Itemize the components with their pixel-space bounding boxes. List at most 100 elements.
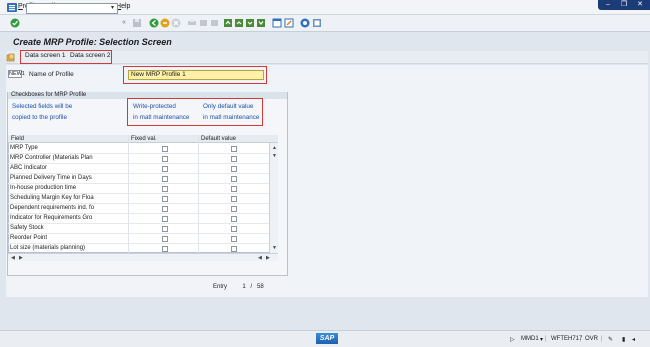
first-page-icon[interactable] bbox=[223, 18, 233, 28]
more-icon[interactable]: ▮ bbox=[622, 336, 625, 343]
field-name-cell: Safety Stock bbox=[10, 225, 44, 231]
table-row: Scheduling Margin Key for Floa bbox=[8, 194, 270, 204]
fixed-value-checkbox[interactable] bbox=[162, 216, 168, 222]
fixed-value-checkbox[interactable] bbox=[162, 166, 168, 172]
exit-icon[interactable] bbox=[160, 18, 170, 28]
field-name-cell: Planned Delivery Time in Days bbox=[10, 175, 92, 181]
fixed-value-checkbox[interactable] bbox=[162, 226, 168, 232]
default-value-checkbox[interactable] bbox=[231, 226, 237, 232]
table-row: MRP Type bbox=[8, 144, 270, 154]
layout-icon[interactable] bbox=[312, 18, 322, 28]
field-name-cell: Dependent requirements ind. fo bbox=[10, 205, 95, 211]
save-icon[interactable] bbox=[132, 18, 142, 28]
vertical-scrollbar[interactable]: ▲ ▼ ▼ bbox=[269, 143, 278, 253]
default-value-checkbox[interactable] bbox=[231, 186, 237, 192]
default-value-checkbox[interactable] bbox=[231, 176, 237, 182]
menu-help[interactable]: Help bbox=[116, 3, 130, 10]
print-icon[interactable] bbox=[187, 18, 197, 28]
column-header-default-value[interactable]: Default value bbox=[201, 136, 236, 142]
default-value-checkbox[interactable] bbox=[231, 216, 237, 222]
fixed-value-checkbox[interactable] bbox=[162, 196, 168, 202]
default-value-checkbox[interactable] bbox=[231, 236, 237, 242]
default-value-checkbox[interactable] bbox=[231, 156, 237, 162]
play-icon[interactable]: ▷ bbox=[510, 336, 515, 343]
window-controls: – ❐ ✕ bbox=[598, 0, 650, 10]
column-header-field[interactable]: Field bbox=[11, 136, 24, 142]
data-screen-1-button[interactable]: Data screen 1 bbox=[25, 52, 65, 59]
default-value-checkbox[interactable] bbox=[231, 196, 237, 202]
field-name-cell: Lot size (materials planning) bbox=[10, 245, 86, 251]
restore-icon[interactable]: ❐ bbox=[617, 0, 631, 10]
field-name-cell: Indicator for Requirements Gro bbox=[10, 215, 93, 221]
scroll-right-end-icon[interactable]: ▶ bbox=[266, 255, 270, 261]
status-divider: | bbox=[601, 336, 603, 342]
default-value-checkbox[interactable] bbox=[231, 146, 237, 152]
entry-indicator: Entry 1 / 58 bbox=[213, 284, 264, 290]
user-indicator: WFTEH717 bbox=[551, 336, 583, 342]
cancel-icon[interactable] bbox=[171, 18, 181, 28]
fixed-value-checkbox[interactable] bbox=[162, 186, 168, 192]
find-icon[interactable] bbox=[199, 18, 209, 28]
fixed-value-checkbox[interactable] bbox=[162, 236, 168, 242]
expand-icon[interactable]: ◂ bbox=[632, 336, 635, 343]
back-icon[interactable] bbox=[149, 18, 159, 28]
standard-toolbar bbox=[0, 15, 650, 32]
default-value-note: Only default value bbox=[203, 103, 254, 110]
fixed-value-checkbox[interactable] bbox=[162, 146, 168, 152]
other-profile-icon[interactable] bbox=[6, 53, 15, 62]
find-next-icon[interactable] bbox=[210, 18, 220, 28]
field-name-cell: MRP Controller (Materials Plan bbox=[10, 155, 93, 161]
selected-fields-note: Selected fields will be bbox=[12, 103, 73, 110]
data-screen-2-button[interactable]: Data screen 2 bbox=[70, 52, 110, 59]
sap-menu-icon[interactable] bbox=[6, 2, 18, 13]
last-page-icon[interactable] bbox=[256, 18, 266, 28]
scroll-up-icon[interactable]: ▲ bbox=[272, 145, 277, 151]
scroll-down-icon[interactable]: ▼ bbox=[272, 153, 277, 159]
mode-icon[interactable]: ✎ bbox=[608, 336, 613, 343]
write-protected-note-2: in matl maintenance bbox=[133, 114, 190, 121]
default-value-checkbox[interactable] bbox=[231, 206, 237, 212]
shortcut-icon[interactable] bbox=[284, 18, 294, 28]
default-value-checkbox[interactable] bbox=[231, 246, 237, 252]
command-field[interactable]: ▾ bbox=[26, 3, 118, 14]
default-value-note-2: in matl maintenance bbox=[203, 114, 260, 121]
field-name-cell: Reorder Point bbox=[10, 235, 48, 241]
table-row: Indicator for Requirements Gro bbox=[8, 214, 270, 224]
close-icon[interactable]: ✕ bbox=[633, 0, 647, 10]
next-page-icon[interactable] bbox=[245, 18, 255, 28]
entry-label: Entry bbox=[213, 284, 228, 290]
table-row: Safety Stock bbox=[8, 224, 270, 234]
table-row: Reorder Point bbox=[8, 234, 270, 244]
horizontal-scrollbar[interactable]: ◀ ▶ ◀ ▶ bbox=[8, 253, 278, 261]
fixed-value-checkbox[interactable] bbox=[162, 206, 168, 212]
table-row: Dependent requirements ind. fo bbox=[8, 204, 270, 214]
scroll-left-end-icon[interactable]: ◀ bbox=[258, 255, 262, 261]
field-name-cell: MRP Type bbox=[10, 145, 38, 151]
chevron-down-icon[interactable]: ▾ bbox=[540, 336, 543, 343]
scroll-bottom-icon[interactable]: ▼ bbox=[272, 245, 277, 251]
profile-name-input[interactable]: New MRP Profile 1 bbox=[128, 70, 264, 80]
chevron-down-icon[interactable]: ▾ bbox=[109, 5, 116, 12]
prev-page-icon[interactable] bbox=[234, 18, 244, 28]
page-title: Create MRP Profile: Selection Screen bbox=[13, 37, 172, 47]
status-divider: | bbox=[580, 336, 582, 342]
fixed-value-checkbox[interactable] bbox=[162, 156, 168, 162]
entry-separator: / bbox=[250, 284, 253, 290]
table-row: In-house production time bbox=[8, 184, 270, 194]
table-row: MRP Controller (Materials Plan bbox=[8, 154, 270, 164]
scroll-right-icon[interactable]: ▶ bbox=[19, 255, 23, 261]
selected-fields-note-2: copied to the profile bbox=[12, 114, 67, 121]
profile-name-label: Name of Profile bbox=[29, 71, 74, 78]
column-header-fixed-value[interactable]: Fixed val. bbox=[131, 136, 157, 142]
scroll-left-icon[interactable]: ◀ bbox=[11, 255, 15, 261]
entry-current[interactable]: 1 bbox=[229, 284, 245, 290]
double-chevron-left-icon[interactable]: « bbox=[122, 19, 126, 26]
default-value-checkbox[interactable] bbox=[231, 166, 237, 172]
minimize-icon[interactable]: – bbox=[601, 0, 615, 10]
help-icon[interactable] bbox=[300, 18, 310, 28]
enter-icon[interactable] bbox=[10, 18, 20, 28]
new-session-icon[interactable] bbox=[272, 18, 282, 28]
fixed-value-checkbox[interactable] bbox=[162, 246, 168, 252]
fixed-value-checkbox[interactable] bbox=[162, 176, 168, 182]
status-divider: | bbox=[545, 336, 547, 342]
